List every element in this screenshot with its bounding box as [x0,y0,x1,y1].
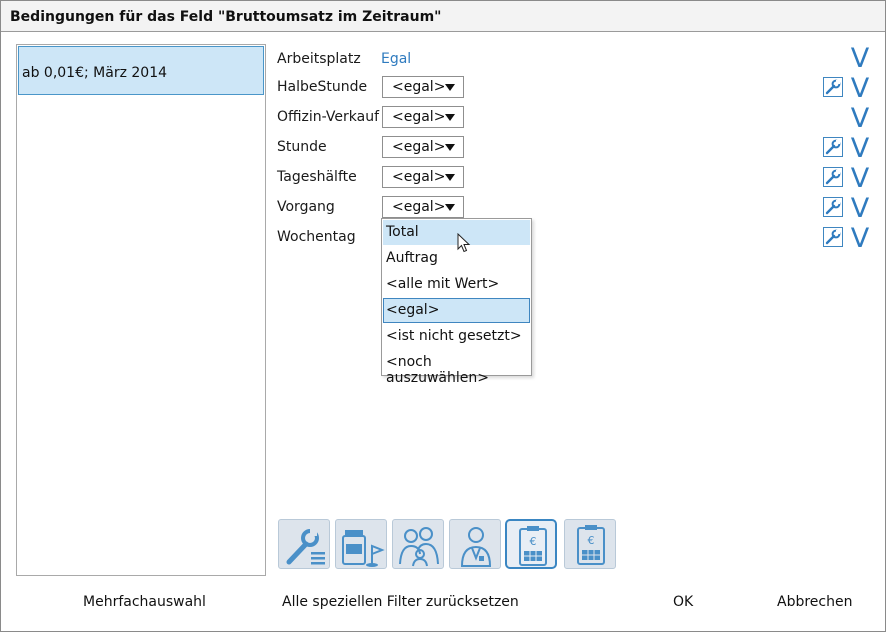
chevron-down-icon [445,204,455,211]
tageshaelfte-combo[interactable]: <egal> [382,166,464,188]
label-halbestunde: HalbeStunde [277,79,368,95]
combo-value: <egal> [392,79,446,95]
list-item[interactable]: ab 0,01€; März 2014 [18,46,264,95]
label-vorgang: Vorgang [277,199,335,215]
label-arbeitsplatz: Arbeitsplatz [277,51,361,67]
dropdown-option-noch-auszuwaehlen[interactable]: <noch auszuwählen> [383,350,530,386]
dropdown-option-alle-mit-wert[interactable]: <alle mit Wert> [383,272,530,297]
chevron-down-icon [445,174,455,181]
euro-register-active-icon[interactable]: € [505,519,557,569]
halbestunde-wrench-icon[interactable] [823,77,843,97]
combo-value: <egal> [392,199,446,215]
euro-register-icon[interactable]: € [564,519,616,569]
conditions-dialog: Bedingungen für das Feld "Bruttoumsatz i… [0,0,886,632]
arbeitsplatz-value-link[interactable]: Egal [381,51,411,67]
svg-text:€: € [588,534,595,547]
tageshaelfte-wrench-icon[interactable] [823,167,843,187]
label-wochentag: Wochentag [277,229,356,245]
dialog-title: Bedingungen für das Feld "Bruttoumsatz i… [10,9,442,25]
svg-text:€: € [530,535,537,548]
title-bar: Bedingungen für das Feld "Bruttoumsatz i… [1,1,885,32]
dropdown-option-ist-nicht-gesetzt[interactable]: <ist nicht gesetzt> [383,324,530,349]
label-tageshaelfte: Tageshälfte [277,169,357,185]
vorgang-expand-icon[interactable]: V [850,195,870,222]
offizin-verkauf-expand-icon[interactable]: V [850,105,870,132]
vorgang-combo[interactable]: <egal> [382,196,464,218]
combo-value: <egal> [392,139,446,155]
reset-filters-button[interactable]: Alle speziellen Filter zurücksetzen [282,594,519,610]
wrench-list-icon[interactable] [278,519,330,569]
chevron-down-icon [445,84,455,91]
dropdown-option-egal[interactable]: <egal> [383,298,530,323]
condition-set-list[interactable]: ab 0,01€; März 2014 [16,44,266,576]
stunde-expand-icon[interactable]: V [850,135,870,162]
stunde-wrench-icon[interactable] [823,137,843,157]
chevron-down-icon [445,114,455,121]
pharmacist-staff-icon[interactable] [449,519,501,569]
label-offizin-verkauf: Offizin-Verkauf [277,109,379,125]
family-customers-icon[interactable] [392,519,444,569]
label-stunde: Stunde [277,139,327,155]
wochentag-wrench-icon[interactable] [823,227,843,247]
vorgang-wrench-icon[interactable] [823,197,843,217]
combo-value: <egal> [392,169,446,185]
pharmacy-product-icon[interactable] [335,519,387,569]
halbestunde-combo[interactable]: <egal> [382,76,464,98]
wochentag-expand-icon[interactable]: V [850,225,870,252]
mouse-pointer-icon [457,233,471,253]
stunde-combo[interactable]: <egal> [382,136,464,158]
arbeitsplatz-expand-icon[interactable]: V [850,45,870,72]
tageshaelfte-expand-icon[interactable]: V [850,165,870,192]
offizin-verkauf-combo[interactable]: <egal> [382,106,464,128]
chevron-down-icon [445,144,455,151]
multi-select-button[interactable]: Mehrfachauswahl [83,594,206,610]
cancel-button[interactable]: Abbrechen [777,594,852,610]
halbestunde-expand-icon[interactable]: V [850,75,870,102]
combo-value: <egal> [392,109,446,125]
ok-button[interactable]: OK [673,594,693,610]
